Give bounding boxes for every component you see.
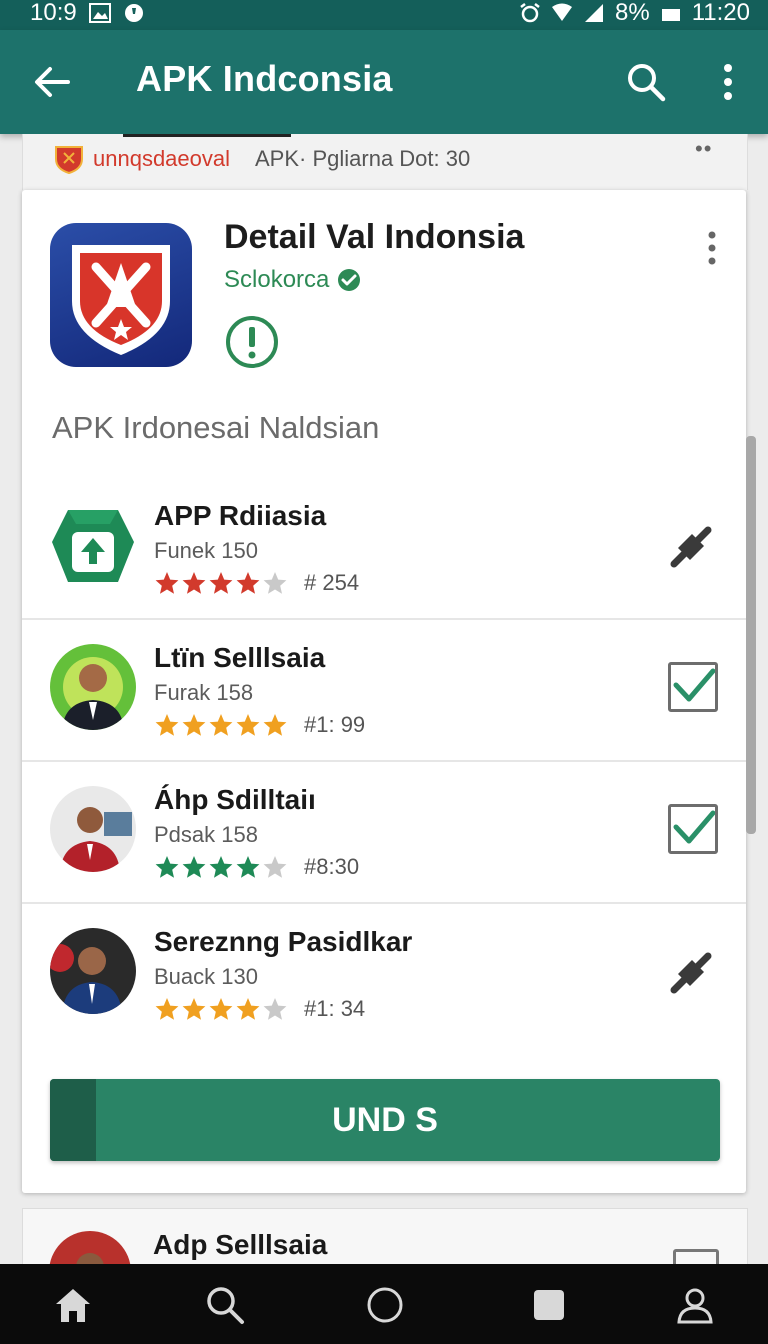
profile-icon[interactable] bbox=[674, 1284, 716, 1326]
person-avatar bbox=[50, 786, 136, 872]
list-item[interactable]: APP Rdiiasia Funek 150 # 254 bbox=[22, 478, 746, 618]
developer-row[interactable]: Sclokorca bbox=[224, 266, 361, 294]
search-icon[interactable] bbox=[624, 60, 668, 104]
item-subtitle: Funek 150 bbox=[154, 538, 258, 563]
item-count: #8:30 bbox=[304, 854, 360, 879]
more-vertical-icon[interactable] bbox=[712, 60, 744, 104]
primary-action-label: UND S bbox=[332, 1101, 438, 1139]
shield-notification-icon bbox=[124, 4, 143, 22]
search-icon[interactable] bbox=[204, 1284, 246, 1326]
star-icon bbox=[182, 714, 206, 736]
shield-logo-icon bbox=[55, 146, 83, 174]
star-rating bbox=[154, 570, 288, 596]
upload-app-icon bbox=[52, 510, 134, 582]
star-icon bbox=[209, 714, 233, 736]
star-icon bbox=[263, 714, 287, 736]
check-icon bbox=[673, 810, 716, 844]
star-icon bbox=[182, 572, 206, 594]
status-time-left: 10:9 bbox=[30, 0, 77, 26]
button-accent-stripe bbox=[50, 1079, 96, 1161]
star-rating bbox=[154, 996, 288, 1022]
item-title: Áhp Sdilltaiı bbox=[154, 784, 316, 815]
star-icon bbox=[155, 856, 179, 878]
app-shield-icon bbox=[50, 223, 192, 367]
home-icon[interactable] bbox=[52, 1284, 94, 1326]
breadcrumb-meta: APK· Pgliarna Dot: 30 bbox=[255, 146, 471, 171]
alarm-icon bbox=[520, 3, 540, 23]
item-count: # 254 bbox=[304, 570, 360, 595]
select-checkbox[interactable] bbox=[668, 804, 718, 854]
select-checkbox[interactable] bbox=[668, 662, 718, 712]
item-rating: #1: 34 bbox=[154, 996, 365, 1022]
item-title: APP Rdiiasia bbox=[154, 500, 327, 531]
arrow-left-icon[interactable] bbox=[30, 60, 74, 104]
star-icon bbox=[182, 998, 206, 1020]
list-item[interactable]: Ltïn Selllsaia Furak 158 #1: 99 bbox=[22, 618, 746, 760]
star-icon bbox=[209, 572, 233, 594]
link-icon[interactable] bbox=[664, 520, 718, 574]
person-avatar bbox=[50, 928, 136, 1014]
primary-action-button[interactable]: UND S bbox=[50, 1079, 720, 1161]
star-icon bbox=[155, 572, 179, 594]
item-subtitle: Buack 130 bbox=[154, 964, 258, 989]
app-name: Detail Val Indonsia bbox=[224, 218, 525, 256]
star-icon bbox=[263, 856, 287, 878]
star-icon bbox=[263, 572, 287, 594]
bottom-navigation bbox=[0, 1264, 768, 1344]
star-icon bbox=[155, 714, 179, 736]
page-title: APK Indconsia bbox=[136, 58, 393, 99]
star-icon bbox=[263, 998, 287, 1020]
list-item[interactable]: Áhp Sdilltaiı Pdsak 158 #8:30 bbox=[22, 760, 746, 902]
star-icon bbox=[236, 572, 260, 594]
scrollbar[interactable] bbox=[746, 436, 756, 834]
link-icon[interactable] bbox=[664, 946, 718, 1000]
drag-handle-icon: •• bbox=[695, 136, 713, 161]
check-icon bbox=[673, 668, 716, 702]
developer-name[interactable]: Sclokorca bbox=[224, 266, 329, 294]
star-icon bbox=[209, 998, 233, 1020]
item-title: Adp Selllsaia bbox=[153, 1229, 328, 1260]
tab-indicator bbox=[123, 134, 291, 137]
star-icon bbox=[236, 856, 260, 878]
signal-icon bbox=[585, 4, 604, 22]
status-bar: 10:9 8% 11:20 bbox=[0, 0, 768, 30]
warning-icon[interactable] bbox=[224, 314, 280, 370]
item-count: #1: 34 bbox=[304, 996, 366, 1021]
person-avatar bbox=[50, 644, 136, 730]
breadcrumb: unnqsdaeoval APK· Pgliarna Dot: 30 •• bbox=[22, 134, 748, 190]
battery-percent: 8% bbox=[615, 0, 650, 26]
status-time-right: 11:20 bbox=[691, 0, 750, 26]
app-bar: APK Indconsia bbox=[0, 30, 768, 134]
star-icon bbox=[236, 714, 260, 736]
star-rating bbox=[154, 712, 288, 738]
image-notification-icon bbox=[88, 3, 111, 23]
item-rating: #1: 99 bbox=[154, 712, 365, 738]
item-subtitle: Furak 158 bbox=[154, 680, 254, 705]
star-icon bbox=[155, 998, 179, 1020]
star-icon bbox=[236, 998, 260, 1020]
verified-check-icon bbox=[338, 269, 361, 291]
item-count: #1: 99 bbox=[304, 712, 366, 737]
star-icon bbox=[209, 856, 233, 878]
item-title: Sereznng Pasidlkar bbox=[154, 926, 413, 957]
more-vertical-icon[interactable] bbox=[700, 228, 724, 268]
brand-name[interactable]: unnqsdaeoval bbox=[93, 146, 230, 172]
star-icon bbox=[182, 856, 206, 878]
section-label: APK Irdonesai Naldsian bbox=[52, 410, 380, 445]
list-item[interactable]: Adp Selllsaia bbox=[22, 1208, 748, 1313]
item-rating: # 254 bbox=[154, 570, 359, 596]
app-detail-card: Detail Val Indonsia Sclokorca APK Irdone… bbox=[22, 190, 746, 1193]
star-rating bbox=[154, 854, 288, 880]
square-recents-icon[interactable] bbox=[528, 1284, 570, 1326]
item-subtitle: Pdsak 158 bbox=[154, 822, 258, 847]
item-title: Ltïn Selllsaia bbox=[154, 642, 326, 673]
circle-home-icon[interactable] bbox=[364, 1284, 406, 1326]
battery-icon bbox=[661, 9, 680, 21]
item-rating: #8:30 bbox=[154, 854, 359, 880]
wifi-icon bbox=[552, 3, 573, 21]
list-item[interactable]: Sereznng Pasidlkar Buack 130 #1: 34 bbox=[22, 902, 746, 1044]
